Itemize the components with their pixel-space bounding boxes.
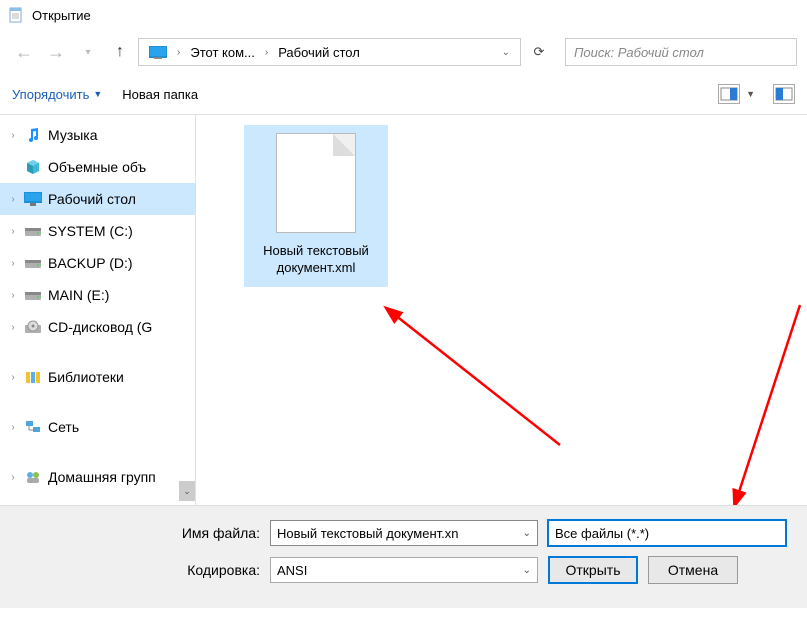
encoding-label: Кодировка: xyxy=(10,562,260,578)
folder-tree[interactable]: › Музыка Объемные объ › Рабочий стол › xyxy=(0,115,196,505)
search-input[interactable]: Поиск: Рабочий стол xyxy=(565,38,797,66)
cd-drive-icon xyxy=(24,318,42,336)
chevron-right-icon[interactable]: › xyxy=(8,372,18,383)
tree-item-libraries[interactable]: › Библиотеки xyxy=(0,361,195,393)
address-root-icon[interactable] xyxy=(143,43,173,61)
filetype-select[interactable]: Все файлы (*.*) xyxy=(548,520,786,546)
chevron-right-icon[interactable]: › xyxy=(8,322,18,333)
homegroup-icon xyxy=(24,468,42,486)
tree-label: BACKUP (D:) xyxy=(48,255,133,271)
chevron-right-icon[interactable]: › xyxy=(8,226,18,237)
libraries-icon xyxy=(24,368,42,386)
tree-item-drive-e[interactable]: › MAIN (E:) xyxy=(0,279,195,311)
cancel-button[interactable]: Отмена xyxy=(648,556,738,584)
breadcrumb-segment[interactable]: Рабочий стол xyxy=(272,43,366,62)
filename-input[interactable]: Новый текстовый документ.xn ⌄ xyxy=(270,520,538,546)
tree-label: CD-дисковод (G xyxy=(48,319,152,335)
chevron-down-icon[interactable]: ⌄ xyxy=(523,565,531,576)
up-button[interactable]: ↑ xyxy=(106,38,134,66)
tree-item-network[interactable]: › Сеть xyxy=(0,411,195,443)
dialog-body: › Музыка Объемные объ › Рабочий стол › xyxy=(0,115,807,505)
notepad-icon xyxy=(8,7,24,23)
breadcrumb-segment[interactable]: Этот ком... xyxy=(184,43,261,62)
chevron-right-icon[interactable]: › xyxy=(175,47,182,58)
forward-button[interactable]: → xyxy=(42,38,70,66)
tree-label: Объемные объ xyxy=(48,159,146,175)
address-dropdown[interactable]: ⌄ xyxy=(496,47,516,58)
file-name-label: Новый текстовый документ.xml xyxy=(250,243,382,277)
encoding-select[interactable]: ANSI ⌄ xyxy=(270,557,538,583)
music-icon xyxy=(24,126,42,144)
view-mode-button[interactable] xyxy=(718,84,740,104)
document-icon xyxy=(276,133,356,233)
drive-icon xyxy=(24,286,42,304)
network-icon xyxy=(24,418,42,436)
chevron-down-icon[interactable]: ▼ xyxy=(746,89,755,99)
window-title: Открытие xyxy=(32,8,91,23)
back-button[interactable]: ← xyxy=(10,38,38,66)
tree-item-drive-c[interactable]: › SYSTEM (C:) xyxy=(0,215,195,247)
chevron-right-icon[interactable]: › xyxy=(263,47,270,58)
tree-item-music[interactable]: › Музыка xyxy=(0,119,195,151)
tree-item-3d-objects[interactable]: Объемные объ xyxy=(0,151,195,183)
tree-label: Сеть xyxy=(48,419,79,435)
address-bar[interactable]: › Этот ком... › Рабочий стол ⌄ xyxy=(138,38,521,66)
tree-item-desktop[interactable]: › Рабочий стол xyxy=(0,183,195,215)
search-placeholder: Поиск: Рабочий стол xyxy=(574,45,704,60)
chevron-right-icon[interactable]: › xyxy=(8,130,18,141)
tree-item-drive-d[interactable]: › BACKUP (D:) xyxy=(0,247,195,279)
tree-item-homegroup[interactable]: › Домашняя групп xyxy=(0,461,195,493)
scrollbar-thumb[interactable]: ⌄ xyxy=(179,481,195,501)
recent-dropdown[interactable]: ▾ xyxy=(74,38,102,66)
nav-bar: ← → ▾ ↑ › Этот ком... › Рабочий стол ⌄ ⟳… xyxy=(0,30,807,76)
drive-icon xyxy=(24,222,42,240)
tree-label: Библиотеки xyxy=(48,369,124,385)
chevron-right-icon[interactable]: › xyxy=(8,422,18,433)
open-button[interactable]: Открыть xyxy=(548,556,638,584)
tree-label: SYSTEM (C:) xyxy=(48,223,133,239)
tree-item-cd-drive[interactable]: › CD-дисковод (G xyxy=(0,311,195,343)
chevron-down-icon: ▼ xyxy=(93,89,102,99)
chevron-right-icon[interactable]: › xyxy=(8,472,18,483)
chevron-right-icon[interactable]: › xyxy=(8,258,18,269)
new-folder-button[interactable]: Новая папка xyxy=(122,87,198,102)
refresh-button[interactable]: ⟳ xyxy=(525,44,553,60)
file-list-pane[interactable]: Новый текстовый документ.xml xyxy=(196,115,807,505)
tree-label: Музыка xyxy=(48,127,98,143)
title-bar: Открытие xyxy=(0,0,807,30)
chevron-down-icon[interactable]: ⌄ xyxy=(523,528,531,539)
dialog-footer: Имя файла: Новый текстовый документ.xn ⌄… xyxy=(0,505,807,608)
file-item[interactable]: Новый текстовый документ.xml xyxy=(244,125,388,287)
drive-icon xyxy=(24,254,42,272)
tree-label: Рабочий стол xyxy=(48,191,136,207)
tree-label: MAIN (E:) xyxy=(48,287,109,303)
chevron-right-icon[interactable]: › xyxy=(8,194,18,205)
chevron-right-icon[interactable]: › xyxy=(8,290,18,301)
preview-pane-button[interactable] xyxy=(773,84,795,104)
cube-icon xyxy=(24,158,42,176)
tree-label: Домашняя групп xyxy=(48,469,156,485)
filename-label: Имя файла: xyxy=(10,525,260,541)
toolbar: Упорядочить ▼ Новая папка ▼ xyxy=(0,76,807,115)
desktop-icon xyxy=(24,190,42,208)
organize-button[interactable]: Упорядочить ▼ xyxy=(12,87,102,102)
